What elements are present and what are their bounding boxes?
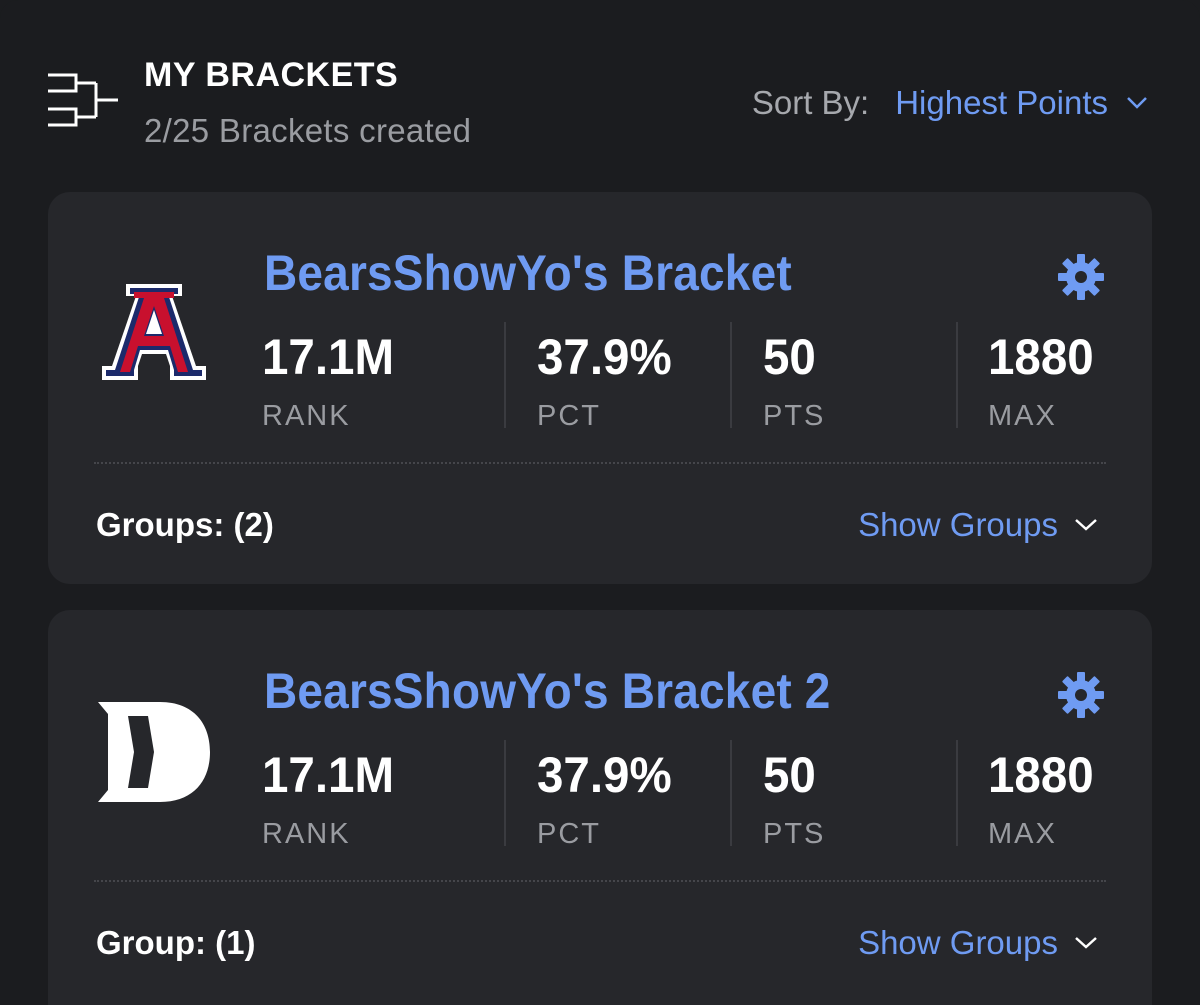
- dotted-divider: [94, 462, 1106, 464]
- stat-label: PTS: [763, 818, 826, 850]
- groups-count: Groups: (2): [96, 506, 274, 543]
- groups-count: Group: (1): [96, 924, 256, 961]
- stat-value: 17.1M: [262, 329, 395, 385]
- stat-label: RANK: [262, 818, 351, 850]
- show-groups-button[interactable]: Show Groups: [858, 506, 1098, 544]
- gear-icon[interactable]: [1056, 252, 1106, 302]
- gear-icon[interactable]: [1056, 670, 1106, 720]
- bracket-name[interactable]: BearsShowYo's Bracket 2: [264, 662, 831, 720]
- show-groups-button[interactable]: Show Groups: [858, 924, 1098, 962]
- bracket-card[interactable]: BearsShowYo's Bracket 2 17.1M RANK 37.9%…: [48, 610, 1152, 1005]
- chevron-down-icon: [1127, 97, 1147, 109]
- stat-divider: [504, 740, 506, 846]
- duke-logo: [98, 702, 210, 802]
- dotted-divider: [94, 880, 1106, 882]
- stat-label: PTS: [763, 400, 826, 432]
- my-brackets-screen: MY BRACKETS 2/25 Brackets created Sort B…: [0, 0, 1200, 1005]
- sort-label: Sort By:: [751, 84, 870, 121]
- stat-divider: [730, 322, 732, 428]
- sort-control: Sort By: Highest Points: [752, 84, 1148, 122]
- bracket-name[interactable]: BearsShowYo's Bracket: [264, 244, 792, 302]
- stat-label: MAX: [988, 400, 1057, 432]
- stat-max: 1880 MAX: [988, 740, 1099, 850]
- stat-value: 37.9%: [537, 747, 672, 803]
- stat-divider: [504, 322, 506, 428]
- stat-max: 1880 MAX: [988, 322, 1099, 432]
- stat-divider: [956, 740, 958, 846]
- stat-pts: 50 PTS: [763, 322, 826, 432]
- bracket-card[interactable]: BearsShowYo's Bracket 17.1M RANK 37.9% P…: [48, 192, 1152, 584]
- bracket-icon: [48, 73, 118, 127]
- stat-pct: 37.9% PCT: [537, 322, 679, 432]
- stat-divider: [956, 322, 958, 428]
- brackets-created-count: 2/25 Brackets created: [144, 112, 472, 149]
- show-groups-label: Show Groups: [858, 924, 1058, 961]
- sort-value: Highest Points: [895, 84, 1108, 121]
- sort-dropdown[interactable]: Highest Points: [895, 84, 1148, 122]
- stat-value: 1880: [988, 747, 1094, 803]
- stat-rank: 17.1M RANK: [262, 740, 401, 850]
- stat-label: PCT: [537, 400, 601, 432]
- stat-label: MAX: [988, 818, 1057, 850]
- stat-pct: 37.9% PCT: [537, 740, 679, 850]
- show-groups-label: Show Groups: [858, 506, 1058, 543]
- stat-value: 1880: [988, 329, 1094, 385]
- stat-value: 50: [763, 329, 816, 385]
- stat-value: 37.9%: [537, 329, 672, 385]
- page-title: MY BRACKETS: [144, 56, 399, 94]
- bracket-stats: 17.1M RANK 37.9% PCT 50 PTS 1880 MAX: [262, 322, 1122, 432]
- chevron-down-icon: [1075, 519, 1097, 531]
- stat-label: PCT: [537, 818, 601, 850]
- stat-pts: 50 PTS: [763, 740, 826, 850]
- stat-value: 17.1M: [262, 747, 395, 803]
- arizona-logo: [102, 284, 206, 380]
- stat-divider: [730, 740, 732, 846]
- header: MY BRACKETS 2/25 Brackets created Sort B…: [0, 0, 1200, 180]
- stat-value: 50: [763, 747, 816, 803]
- chevron-down-icon: [1075, 937, 1097, 949]
- bracket-stats: 17.1M RANK 37.9% PCT 50 PTS 1880 MAX: [262, 740, 1122, 850]
- stat-label: RANK: [262, 400, 351, 432]
- stat-rank: 17.1M RANK: [262, 322, 401, 432]
